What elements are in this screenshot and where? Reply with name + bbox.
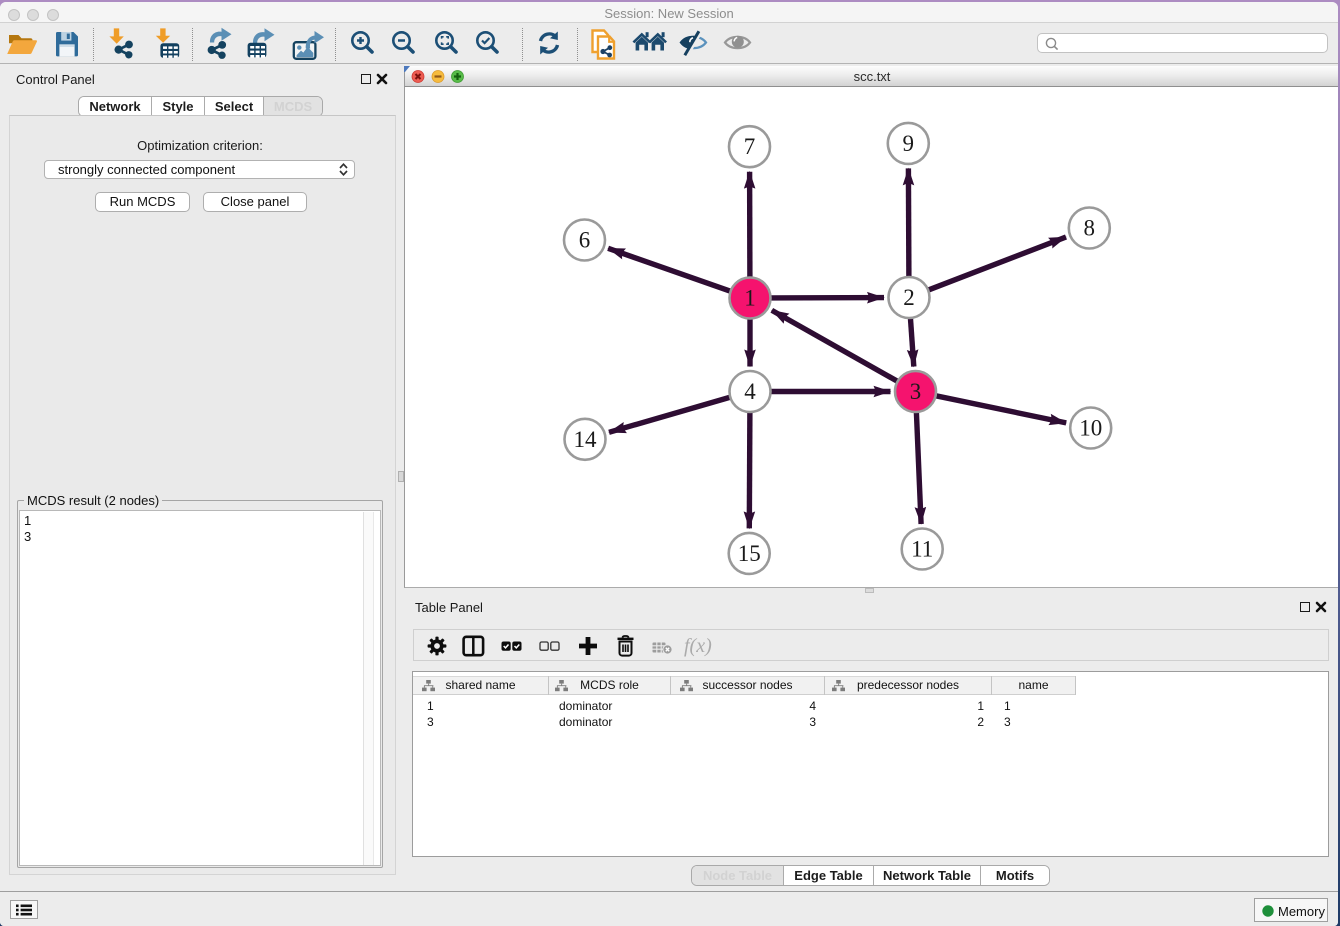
- svg-text:6: 6: [579, 228, 591, 253]
- svg-text:14: 14: [574, 427, 598, 452]
- svg-text:4: 4: [744, 379, 756, 404]
- svg-text:8: 8: [1084, 216, 1096, 241]
- svg-text:9: 9: [903, 131, 915, 156]
- svg-text:15: 15: [738, 541, 761, 566]
- svg-text:2: 2: [903, 285, 915, 310]
- svg-text:1: 1: [744, 286, 756, 311]
- svg-text:7: 7: [744, 134, 756, 159]
- svg-text:10: 10: [1079, 416, 1102, 441]
- svg-text:3: 3: [910, 379, 922, 404]
- svg-text:11: 11: [911, 537, 933, 562]
